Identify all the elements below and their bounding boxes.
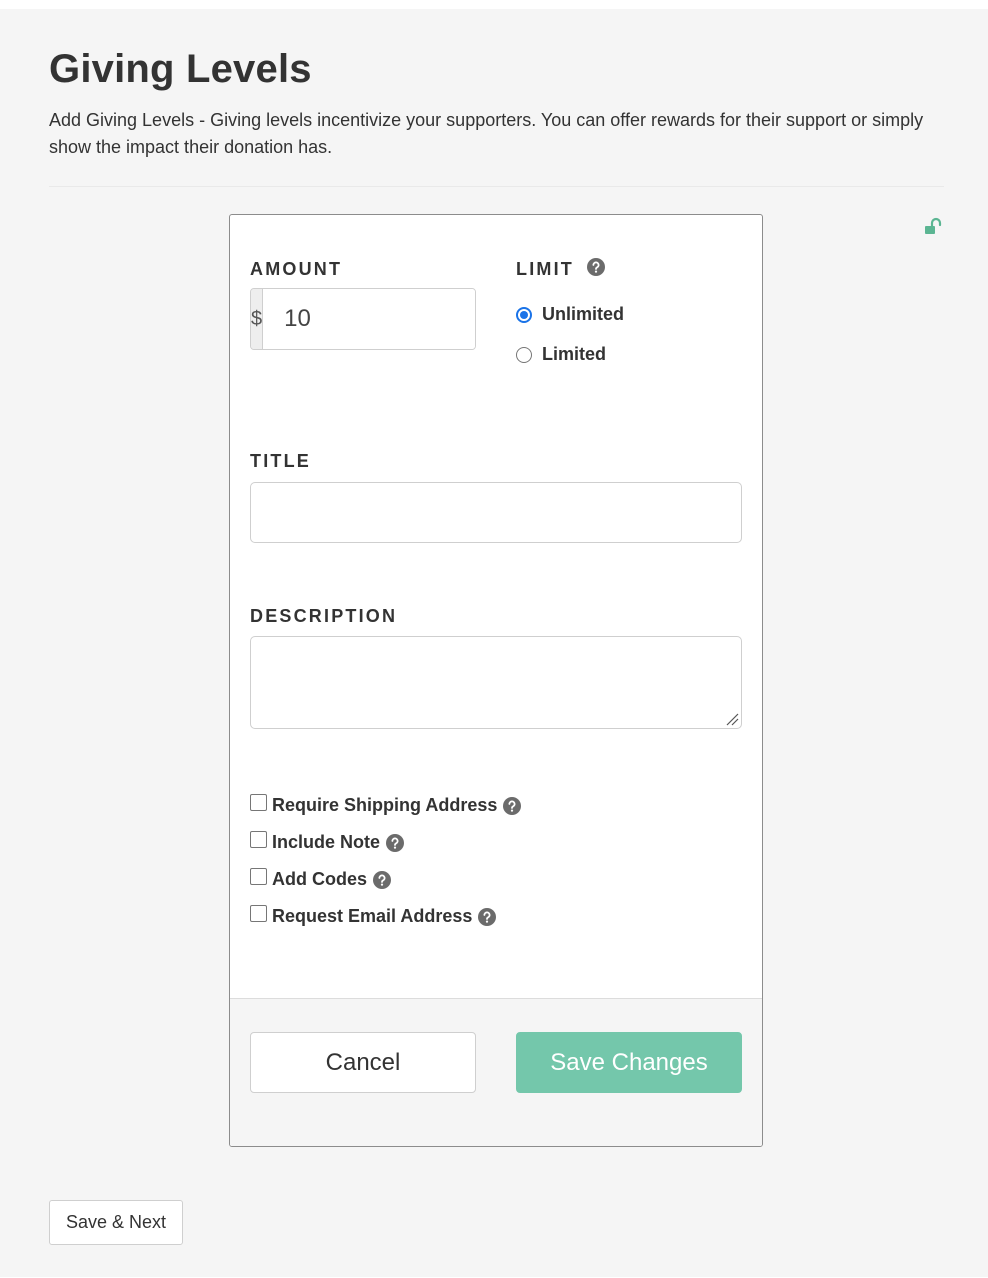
require-shipping-checkbox[interactable] [250, 794, 267, 811]
page-background: Giving Levels Add Giving Levels - Giving… [0, 9, 988, 1277]
radio-limited-label: Limited [542, 344, 607, 364]
title-label: TITLE [250, 451, 311, 471]
currency-addon: $ [251, 289, 264, 349]
codes-help-icon[interactable] [373, 870, 392, 889]
cancel-button[interactable]: Cancel [250, 1032, 476, 1093]
limit-label: LIMIT [516, 259, 574, 279]
include-note-option[interactable]: Include Note [250, 831, 405, 853]
shipping-help-icon[interactable] [503, 796, 522, 815]
limit-help-icon[interactable] [587, 258, 606, 277]
description-label: DESCRIPTION [250, 606, 398, 626]
limit-limited-radio[interactable]: Limited [516, 344, 606, 365]
limit-unlimited-radio[interactable]: Unlimited [516, 304, 624, 325]
include-note-label: Include Note [272, 832, 381, 852]
include-note-checkbox[interactable] [250, 831, 267, 848]
amount-input-group: $ [250, 288, 476, 350]
unlock-icon[interactable] [923, 217, 943, 237]
request-email-label: Request Email Address [272, 906, 473, 926]
description-textarea[interactable] [250, 636, 742, 729]
require-shipping-label: Require Shipping Address [272, 795, 498, 815]
note-help-icon[interactable] [386, 833, 405, 852]
limit-label-group: LIMIT [516, 258, 606, 280]
page-title: Giving Levels [49, 47, 312, 91]
resize-grip-icon[interactable] [725, 712, 739, 726]
add-codes-option[interactable]: Add Codes [250, 868, 392, 890]
require-shipping-option[interactable]: Require Shipping Address [250, 794, 522, 816]
save-and-next-button[interactable]: Save & Next [49, 1200, 183, 1245]
header-divider [49, 186, 944, 187]
card-footer: Cancel Save Changes [230, 998, 762, 1146]
page-description: Add Giving Levels - Giving levels incent… [49, 110, 924, 157]
email-help-icon[interactable] [478, 907, 497, 926]
giving-level-card: AMOUNT $ LIMIT Unlimited Limited TITLE D… [229, 214, 763, 1147]
radio-unlimited-label: Unlimited [542, 304, 625, 324]
request-email-option[interactable]: Request Email Address [250, 905, 497, 927]
amount-input[interactable] [263, 289, 475, 349]
title-input[interactable] [250, 482, 742, 543]
radio-limited[interactable] [516, 346, 532, 363]
add-codes-checkbox[interactable] [250, 868, 267, 885]
request-email-checkbox[interactable] [250, 905, 267, 922]
add-codes-label: Add Codes [272, 869, 368, 889]
amount-label: AMOUNT [250, 259, 343, 279]
radio-unlimited[interactable] [516, 306, 532, 323]
save-changes-button[interactable]: Save Changes [516, 1032, 742, 1093]
